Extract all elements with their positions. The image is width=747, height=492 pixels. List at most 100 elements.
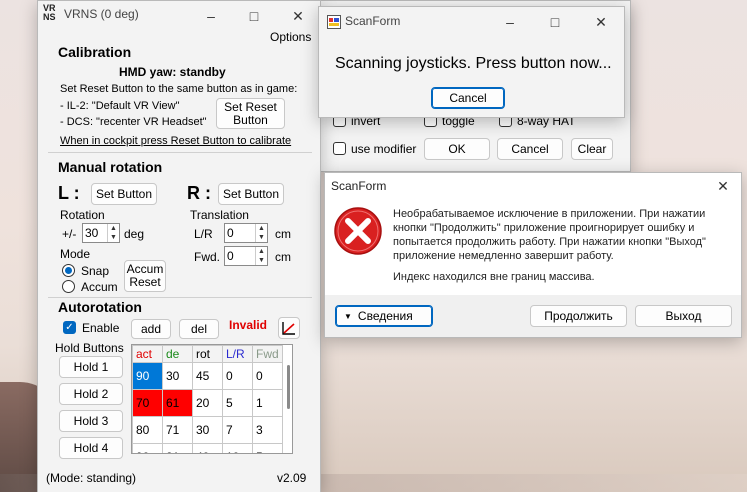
table-row: 70 61 20 5 1 <box>132 389 283 417</box>
graph-button[interactable] <box>278 317 300 339</box>
lr-stepper[interactable]: 0 ▲ ▼ <box>224 223 268 243</box>
col-header-fwd[interactable]: Fwd <box>252 345 283 363</box>
close-icon[interactable]: ✕ <box>578 7 624 37</box>
table-cell[interactable]: 90 <box>132 443 163 453</box>
table-cell[interactable]: 30 <box>192 416 223 444</box>
cm-unit-fwd: cm <box>275 250 291 264</box>
snap-radio[interactable] <box>62 264 75 277</box>
col-header-lr[interactable]: L/R <box>222 345 253 363</box>
lr-value: 0 <box>227 226 234 240</box>
table-cell[interactable]: 20 <box>192 389 223 417</box>
hold-1-button[interactable]: Hold 1 <box>59 356 123 378</box>
vrns-titlebar[interactable]: VR NS VRNS (0 deg) – □ ✕ <box>38 1 320 31</box>
vrns-window: VR NS VRNS (0 deg) – □ ✕ Options Calibra… <box>37 0 321 492</box>
table-cell[interactable]: 0 <box>252 362 283 390</box>
scan-cancel-button[interactable]: Cancel <box>431 87 505 109</box>
cockpit-hint: When in cockpit press Reset Button to ca… <box>60 135 292 147</box>
invalid-status: Invalid <box>229 318 268 332</box>
scan-dialog-titlebar[interactable]: ScanForm – □ ✕ <box>319 7 624 37</box>
table-cell[interactable]: 80 <box>132 416 163 444</box>
table-row: 90 81 40 10 5 <box>132 443 283 453</box>
hold-3-button[interactable]: Hold 3 <box>59 410 123 432</box>
spin-down-icon[interactable]: ▼ <box>256 233 267 242</box>
manual-rotation-heading: Manual rotation <box>58 159 163 175</box>
table-row: 80 71 30 7 3 <box>132 416 283 444</box>
close-icon[interactable]: ✕ <box>275 1 321 31</box>
set-button-right[interactable]: Set Button <box>218 183 284 205</box>
spin-up-icon[interactable]: ▲ <box>256 247 267 256</box>
table-cell[interactable]: 90 <box>132 362 163 390</box>
graph-icon <box>282 322 295 335</box>
dcs-instruction: - DCS: "recenter VR Headset" <box>60 116 207 128</box>
col-header-rot[interactable]: rot <box>192 345 223 363</box>
table-scrollbar[interactable] <box>287 365 290 409</box>
table-cell[interactable]: 45 <box>192 362 223 390</box>
accum-radio[interactable] <box>62 280 75 293</box>
table-cell[interactable]: 1 <box>252 389 283 417</box>
table-cell[interactable]: 7 <box>222 416 253 444</box>
spin-up-icon[interactable]: ▲ <box>256 224 267 233</box>
vrns-logo: VR NS <box>43 3 56 22</box>
table-cell[interactable]: 5 <box>252 443 283 453</box>
table-cell[interactable]: 61 <box>162 389 193 417</box>
continue-button[interactable]: Продолжить <box>530 305 627 327</box>
table-cell[interactable]: 40 <box>192 443 223 453</box>
mode-label: Mode <box>60 247 91 261</box>
rotation-label: Rotation <box>60 208 105 222</box>
rotation-stepper[interactable]: 30 ▲ ▼ <box>82 223 120 243</box>
vrns-title: VRNS (0 deg) <box>64 7 139 21</box>
close-icon[interactable]: ✕ <box>703 173 743 199</box>
error-dialog-title: ScanForm <box>331 179 387 193</box>
spin-down-icon[interactable]: ▼ <box>256 256 267 265</box>
calibration-separator <box>48 152 312 153</box>
fwd-stepper[interactable]: 0 ▲ ▼ <box>224 246 268 266</box>
del-button[interactable]: del <box>179 319 219 339</box>
error-dialog-titlebar[interactable]: ScanForm ✕ <box>325 173 741 199</box>
options-menu[interactable]: Options <box>270 30 311 44</box>
table-cell[interactable]: 3 <box>252 416 283 444</box>
maximize-icon[interactable]: □ <box>532 7 578 37</box>
manual-separator <box>48 297 312 298</box>
details-button[interactable]: ▼ Сведения <box>335 305 433 327</box>
table-cell[interactable]: 30 <box>162 362 193 390</box>
version-label: v2.09 <box>277 471 307 485</box>
error-message: Необрабатываемое исключение в приложении… <box>393 208 706 262</box>
translation-label: Translation <box>190 208 249 222</box>
spin-up-icon[interactable]: ▲ <box>108 224 119 233</box>
scan-dialog-title: ScanForm <box>345 14 401 28</box>
add-button[interactable]: add <box>131 319 171 339</box>
col-header-de[interactable]: de <box>162 345 193 363</box>
ok-button[interactable]: OK <box>424 138 490 160</box>
mode-status: (Mode: standing) <box>46 471 137 485</box>
table-cell[interactable]: 10 <box>222 443 253 453</box>
table-cell[interactable]: 70 <box>132 389 163 417</box>
table-cell[interactable]: 81 <box>162 443 193 453</box>
deg-unit: deg <box>124 227 145 241</box>
calibration-heading: Calibration <box>58 44 132 60</box>
error-dialog: ScanForm ✕ Необрабатываемое исключение в… <box>324 172 742 338</box>
clear-button[interactable]: Clear <box>571 138 613 160</box>
cm-unit-lr: cm <box>275 227 291 241</box>
accum-reset-button[interactable]: Accum Reset <box>124 260 166 292</box>
rotation-value: 30 <box>85 226 99 240</box>
hold-2-button[interactable]: Hold 2 <box>59 383 123 405</box>
table-cell[interactable]: 0 <box>222 362 253 390</box>
hold-buttons-label: Hold Buttons <box>55 341 124 355</box>
minimize-icon[interactable]: – <box>487 7 533 37</box>
table-cell[interactable]: 71 <box>162 416 193 444</box>
maximize-icon[interactable]: □ <box>231 1 277 31</box>
cancel-button-config[interactable]: Cancel <box>497 138 563 160</box>
minimize-icon[interactable]: – <box>188 1 234 31</box>
lr-label: L/R <box>194 227 213 241</box>
table-row: 90 30 45 0 0 <box>132 362 283 390</box>
table-cell[interactable]: 5 <box>222 389 253 417</box>
set-button-left[interactable]: Set Button <box>91 183 157 205</box>
exit-button[interactable]: Выход <box>635 305 732 327</box>
use-modifier-checkbox[interactable] <box>333 142 346 155</box>
hold-4-button[interactable]: Hold 4 <box>59 437 123 459</box>
snap-label: Snap <box>81 264 110 278</box>
set-reset-button[interactable]: Set Reset Button <box>216 98 285 129</box>
col-header-act[interactable]: act <box>132 345 163 363</box>
enable-checkbox[interactable]: ✓ <box>63 321 76 334</box>
spin-down-icon[interactable]: ▼ <box>108 233 119 242</box>
